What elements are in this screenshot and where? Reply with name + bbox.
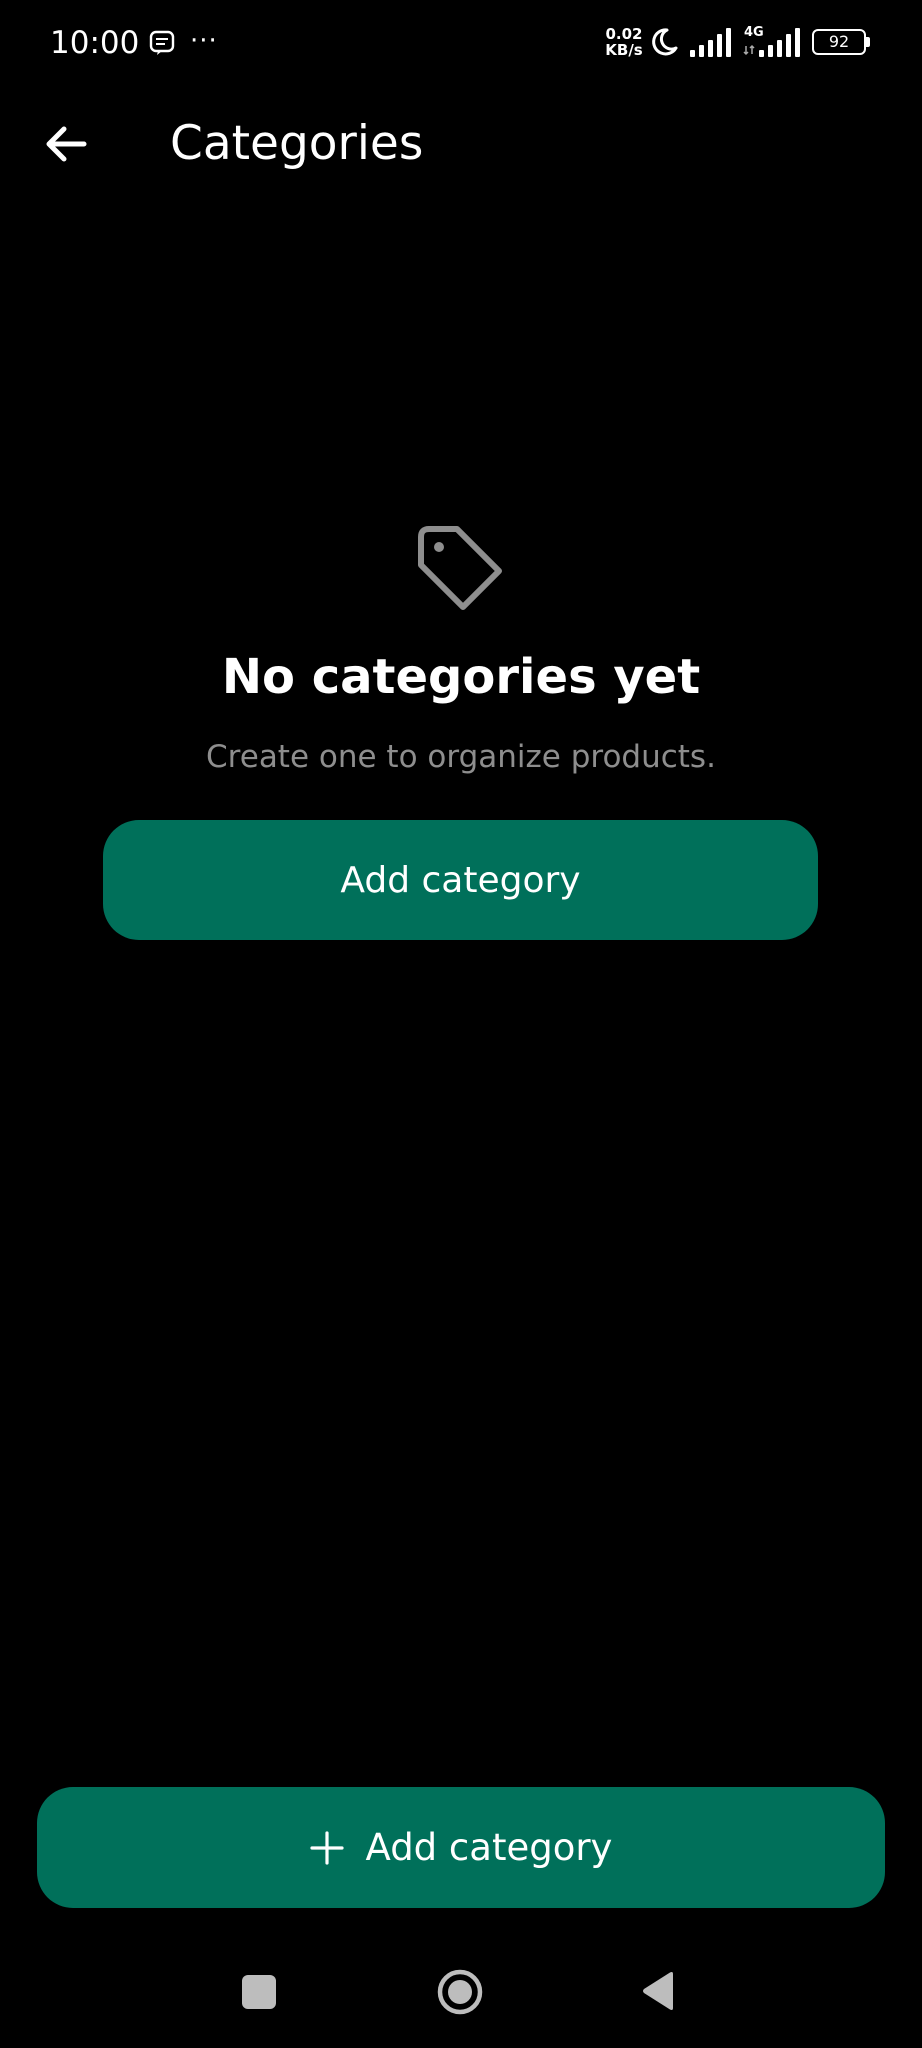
back-button[interactable] (30, 108, 102, 180)
do-not-disturb-moon-icon (652, 28, 678, 56)
plus-icon (309, 1830, 344, 1865)
battery-level: 92 (828, 32, 850, 51)
tag-icon (418, 526, 502, 610)
network-speed-unit: KB/s (605, 41, 643, 59)
empty-state-subtitle: Create one to organize products. (206, 739, 716, 775)
network-speed-value: 0.02 (605, 25, 643, 43)
add-category-button[interactable]: Add category (103, 820, 818, 940)
network-speed: 0.02 KB/s (604, 26, 644, 58)
page-title: Categories (170, 116, 424, 171)
system-navigation-bar (0, 1930, 922, 2048)
battery-icon: 92 (812, 29, 870, 55)
add-category-fab-button[interactable]: Add category (37, 1787, 885, 1908)
back-triangle-icon[interactable] (640, 1970, 676, 2012)
battery-nub (866, 37, 870, 47)
message-notification-icon (149, 30, 175, 55)
add-category-button-label: Add category (340, 859, 581, 901)
empty-state-title: No categories yet (221, 649, 701, 705)
app-bar: Categories (0, 86, 922, 204)
recents-square-icon[interactable] (242, 1975, 276, 2009)
network-type: 4G (744, 25, 764, 40)
status-time: 10:00 (50, 25, 140, 61)
add-category-fab-label: Add category (365, 1826, 613, 1869)
arrow-left-icon (46, 126, 87, 162)
home-circle-icon[interactable] (436, 1968, 484, 2016)
signal-strength-icon (690, 28, 731, 57)
more-notifications-icon: ··· (190, 26, 218, 56)
status-bar: 10:00 ··· 0.02 KB/s 4G 92 (0, 0, 922, 86)
